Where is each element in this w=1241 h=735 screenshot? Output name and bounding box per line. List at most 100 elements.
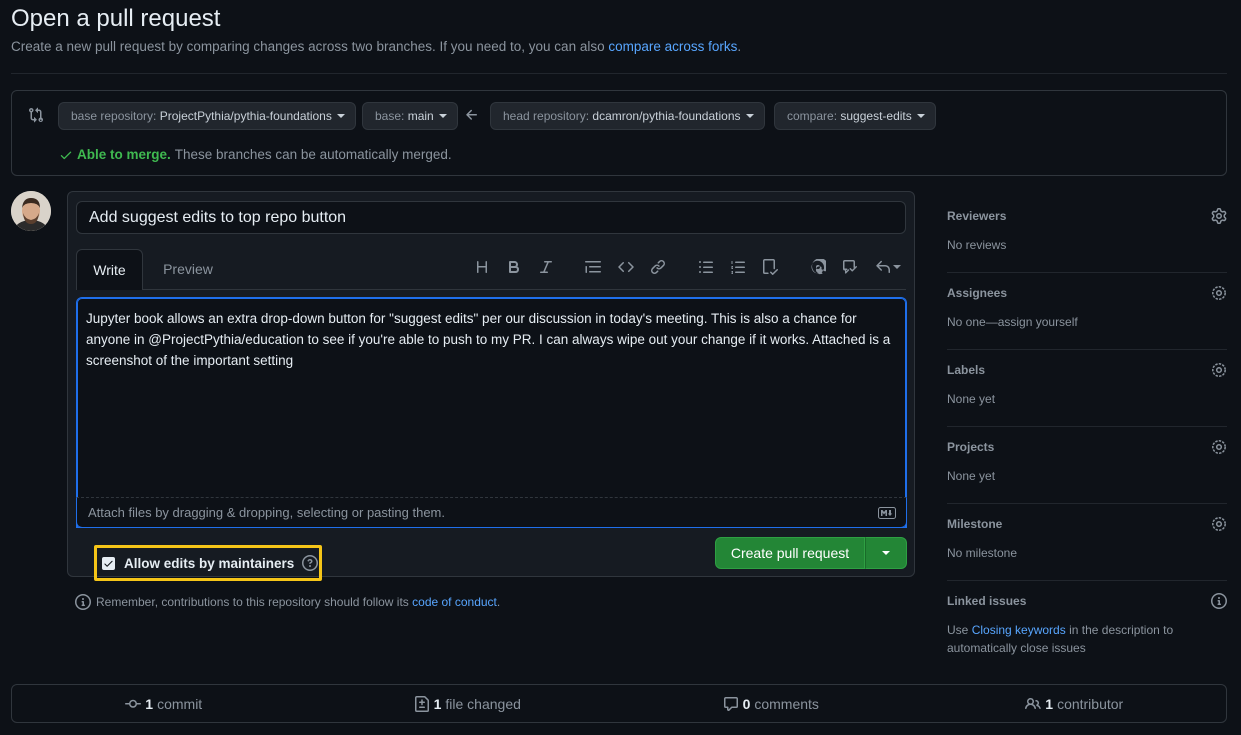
task-list-icon[interactable] xyxy=(759,256,781,278)
commits-count: 1 xyxy=(145,695,154,712)
compare-branch-select[interactable]: compare: suggest-edits xyxy=(774,102,936,130)
attach-files-area[interactable]: Attach files by dragging & dropping, sel… xyxy=(76,497,907,528)
contributors-count: 1 xyxy=(1045,695,1054,712)
reply-icon[interactable] xyxy=(873,256,903,278)
arrow-left-icon xyxy=(466,109,477,120)
comments-label: comments xyxy=(754,695,819,712)
remember-text: Remember, contributions to this reposito… xyxy=(96,595,409,609)
commit-icon xyxy=(125,699,142,708)
avatar[interactable] xyxy=(11,191,51,231)
files-count: 1 xyxy=(433,695,442,712)
pr-stats-bar: 1 commit 1 file changed 0 comments 1 con… xyxy=(11,684,1227,723)
caret-down-icon xyxy=(916,114,925,118)
subtitle-text: Create a new pull request by comparing c… xyxy=(11,39,605,54)
pr-body-textarea[interactable]: Jupyter book allows an extra drop-down b… xyxy=(76,297,907,528)
caret-down-icon xyxy=(882,551,890,555)
pr-body-text: Jupyter book allows an extra drop-down b… xyxy=(86,311,894,368)
tab-preview[interactable]: Preview xyxy=(154,249,222,289)
allow-edits-highlight: Allow edits by maintainers xyxy=(94,545,322,581)
header-divider xyxy=(11,73,1227,74)
head-repository-select[interactable]: head repository: dcamron/pythia-foundati… xyxy=(490,102,765,130)
pr-composer: Add suggest edits to top repo button Wri… xyxy=(67,191,915,581)
gear-icon[interactable] xyxy=(1211,516,1227,532)
code-icon[interactable] xyxy=(615,256,637,278)
sidebar-assignees: Assignees No one—assign yourself xyxy=(947,273,1227,350)
closing-keywords-link[interactable]: Closing keywords xyxy=(972,623,1066,637)
mention-icon[interactable] xyxy=(807,256,829,278)
create-pull-request-button[interactable]: Create pull request xyxy=(715,537,865,569)
projects-title: Projects xyxy=(947,440,995,454)
file-diff-icon xyxy=(414,695,429,712)
remember-end: . xyxy=(496,595,501,609)
base-branch-value: main xyxy=(407,109,434,123)
italic-icon[interactable] xyxy=(535,256,557,278)
commits-label: commit xyxy=(157,695,203,712)
base-repository-label: base repository: xyxy=(71,109,157,123)
stat-commits[interactable]: 1 commit xyxy=(12,696,316,712)
labels-value: None yet xyxy=(947,392,996,406)
bold-icon[interactable] xyxy=(503,256,525,278)
caret-down-icon xyxy=(893,265,901,269)
milestone-title: Milestone xyxy=(947,517,1003,531)
reviewers-title: Reviewers xyxy=(947,209,1007,223)
unordered-list-icon[interactable] xyxy=(695,256,717,278)
page-subtitle: Create a new pull request by comparing c… xyxy=(11,39,741,54)
milestone-value: No milestone xyxy=(947,546,1018,560)
attach-files-hint: Attach files by dragging & dropping, sel… xyxy=(88,505,445,520)
base-branch-label: base: xyxy=(375,109,405,123)
compare-across-forks-link[interactable]: compare across forks xyxy=(608,39,737,54)
merge-status-message: These branches can be automatically merg… xyxy=(174,147,452,162)
people-icon xyxy=(1025,697,1042,709)
contributors-label: contributor xyxy=(1057,695,1124,712)
subtitle-end: . xyxy=(737,39,742,54)
assignees-title: Assignees xyxy=(947,286,1008,300)
stat-comments[interactable]: 0 comments xyxy=(619,696,923,712)
sidebar-projects: Projects None yet xyxy=(947,427,1227,504)
code-of-conduct-notice: Remember, contributions to this reposito… xyxy=(75,594,500,610)
merge-status: Able to merge. These branches can be aut… xyxy=(59,147,452,162)
info-icon xyxy=(75,594,91,610)
heading-icon[interactable] xyxy=(471,256,493,278)
pr-title-input[interactable]: Add suggest edits to top repo button xyxy=(76,201,906,234)
ordered-list-icon[interactable] xyxy=(727,256,749,278)
gear-icon[interactable] xyxy=(1211,285,1227,301)
base-branch-select[interactable]: base: main xyxy=(362,102,458,130)
create-pull-request-dropdown[interactable] xyxy=(865,537,907,569)
check-icon xyxy=(60,151,72,159)
projects-value: None yet xyxy=(947,469,996,483)
labels-title: Labels xyxy=(947,363,986,377)
allow-edits-checkbox[interactable] xyxy=(102,556,115,570)
tab-write[interactable]: Write xyxy=(76,249,143,290)
caret-down-icon xyxy=(438,114,447,118)
gear-icon[interactable] xyxy=(1211,439,1227,455)
stat-contributors[interactable]: 1 contributor xyxy=(923,696,1227,712)
checkmark-icon xyxy=(104,560,113,567)
sidebar-reviewers: Reviewers No reviews xyxy=(947,196,1227,273)
git-compare-icon xyxy=(29,107,44,123)
caret-down-icon xyxy=(745,114,754,118)
gear-icon[interactable] xyxy=(1211,208,1227,224)
quote-icon[interactable] xyxy=(582,256,604,278)
head-repository-label: head repository: xyxy=(503,109,590,123)
comments-count: 0 xyxy=(742,695,751,712)
linked-issues-value: Use Closing keywords in the description … xyxy=(947,621,1187,657)
allow-edits-label[interactable]: Allow edits by maintainers xyxy=(124,556,294,571)
sidebar-linked-issues: Linked issues Use Closing keywords in th… xyxy=(947,581,1227,658)
files-label: file changed xyxy=(445,695,521,712)
cross-reference-icon[interactable] xyxy=(839,256,861,278)
gear-icon[interactable] xyxy=(1211,362,1227,378)
stat-files-changed[interactable]: 1 file changed xyxy=(316,695,620,712)
sidebar-milestone: Milestone No milestone xyxy=(947,504,1227,581)
info-icon[interactable] xyxy=(1211,593,1227,609)
head-repository-value: dcamron/pythia-foundations xyxy=(592,109,741,123)
question-icon[interactable] xyxy=(302,555,319,571)
code-of-conduct-link[interactable]: code of conduct xyxy=(412,595,497,609)
assignees-value[interactable]: No one—assign yourself xyxy=(947,313,1078,331)
base-repository-select[interactable]: base repository: ProjectPythia/pythia-fo… xyxy=(58,102,356,130)
base-repository-value: ProjectPythia/pythia-foundations xyxy=(159,109,332,123)
page-title: Open a pull request xyxy=(11,5,221,32)
link-icon[interactable] xyxy=(647,256,669,278)
tab-divider xyxy=(76,289,906,290)
markdown-icon[interactable] xyxy=(878,507,896,519)
linked-issues-pre: Use xyxy=(947,623,969,637)
